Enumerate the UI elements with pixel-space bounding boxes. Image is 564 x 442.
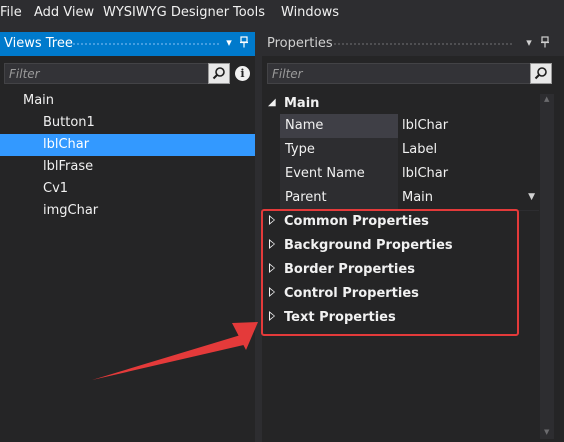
views-tree-titlebar[interactable]: Views Tree ▾ <box>0 32 255 56</box>
search-icon[interactable] <box>208 63 230 84</box>
category-common-properties[interactable]: Common Properties <box>262 210 522 234</box>
category-label: Border Properties <box>284 262 415 277</box>
collapse-triangle-icon: ◢ <box>268 97 276 108</box>
views-tree-filter-input[interactable] <box>5 64 205 83</box>
menu-tools[interactable]: Tools <box>233 5 265 20</box>
property-name: Name <box>280 114 398 138</box>
property-name: Parent <box>280 186 398 210</box>
menu-file[interactable]: File <box>0 5 22 20</box>
category-label: Control Properties <box>284 286 419 301</box>
menu-wysiwyg-designer[interactable]: WYSIWYG Designer <box>103 5 229 20</box>
dropdown-arrow-icon[interactable]: ▼ <box>528 192 535 202</box>
chevron-down-icon[interactable]: ▾ <box>523 36 535 50</box>
views-tree-title: Views Tree <box>4 36 73 51</box>
tree-item-imgchar[interactable]: imgChar <box>43 203 98 218</box>
property-group-label: Main <box>284 96 320 111</box>
scroll-down-icon[interactable]: ▼ <box>544 428 549 436</box>
tree-item-main[interactable]: Main <box>23 93 54 108</box>
pin-icon[interactable] <box>238 36 250 50</box>
views-tree-filter <box>4 63 230 84</box>
properties-panel: Properties ▾ ◢ Main Name lblChar Type La… <box>262 32 564 442</box>
info-icon[interactable]: i <box>235 66 250 81</box>
expand-triangle-icon <box>269 311 275 321</box>
property-grid: Name lblChar Type Label Event Name lblCh… <box>262 114 539 374</box>
property-value[interactable]: Main <box>402 190 433 205</box>
expand-triangle-icon <box>269 215 275 225</box>
menu-bar: File Add View WYSIWYG Designer Tools Win… <box>0 0 564 26</box>
search-icon[interactable] <box>530 63 552 84</box>
category-label: Text Properties <box>284 310 396 325</box>
property-row-name[interactable]: Name lblChar <box>280 114 539 139</box>
properties-titlebar[interactable]: Properties ▾ <box>262 32 564 56</box>
property-row-parent[interactable]: Parent Main ▼ <box>280 186 539 211</box>
property-row-type[interactable]: Type Label <box>280 138 539 163</box>
tree-item-cv1[interactable]: Cv1 <box>43 181 68 196</box>
properties-filter <box>267 63 552 84</box>
category-label: Background Properties <box>284 238 453 253</box>
property-name: Type <box>280 138 398 162</box>
scroll-up-icon[interactable]: ▲ <box>544 95 549 103</box>
menu-windows[interactable]: Windows <box>281 5 339 20</box>
property-value[interactable]: lblChar <box>402 166 448 181</box>
tree-item-lblfrase[interactable]: lblFrase <box>43 159 93 174</box>
category-text-properties[interactable]: Text Properties <box>262 306 522 330</box>
property-row-event-name[interactable]: Event Name lblChar <box>280 162 539 187</box>
pin-icon[interactable] <box>539 36 551 50</box>
category-label: Common Properties <box>284 214 429 229</box>
tree-item-label: lblChar <box>43 137 90 152</box>
property-name: Event Name <box>280 162 398 186</box>
properties-title: Properties <box>267 36 333 51</box>
category-border-properties[interactable]: Border Properties <box>262 258 522 282</box>
titlebar-grip <box>333 42 513 47</box>
expand-triangle-icon <box>269 263 275 273</box>
titlebar-grip <box>72 42 220 47</box>
views-tree-panel: Views Tree ▾ i Main Button1 lblChar lblF… <box>0 32 255 442</box>
property-grid-scrollbar[interactable] <box>540 94 554 439</box>
properties-filter-input[interactable] <box>268 64 526 83</box>
tree-item-button1[interactable]: Button1 <box>43 115 95 130</box>
property-value: Label <box>402 142 438 157</box>
category-control-properties[interactable]: Control Properties <box>262 282 522 306</box>
expand-triangle-icon <box>269 287 275 297</box>
tree-item-lblchar[interactable]: lblChar <box>0 134 255 156</box>
category-background-properties[interactable]: Background Properties <box>262 234 522 258</box>
expand-triangle-icon <box>269 239 275 249</box>
menu-add-view[interactable]: Add View <box>34 5 94 20</box>
property-group-main[interactable]: ◢ Main <box>262 94 542 114</box>
chevron-down-icon[interactable]: ▾ <box>223 36 235 50</box>
property-value[interactable]: lblChar <box>402 118 448 133</box>
